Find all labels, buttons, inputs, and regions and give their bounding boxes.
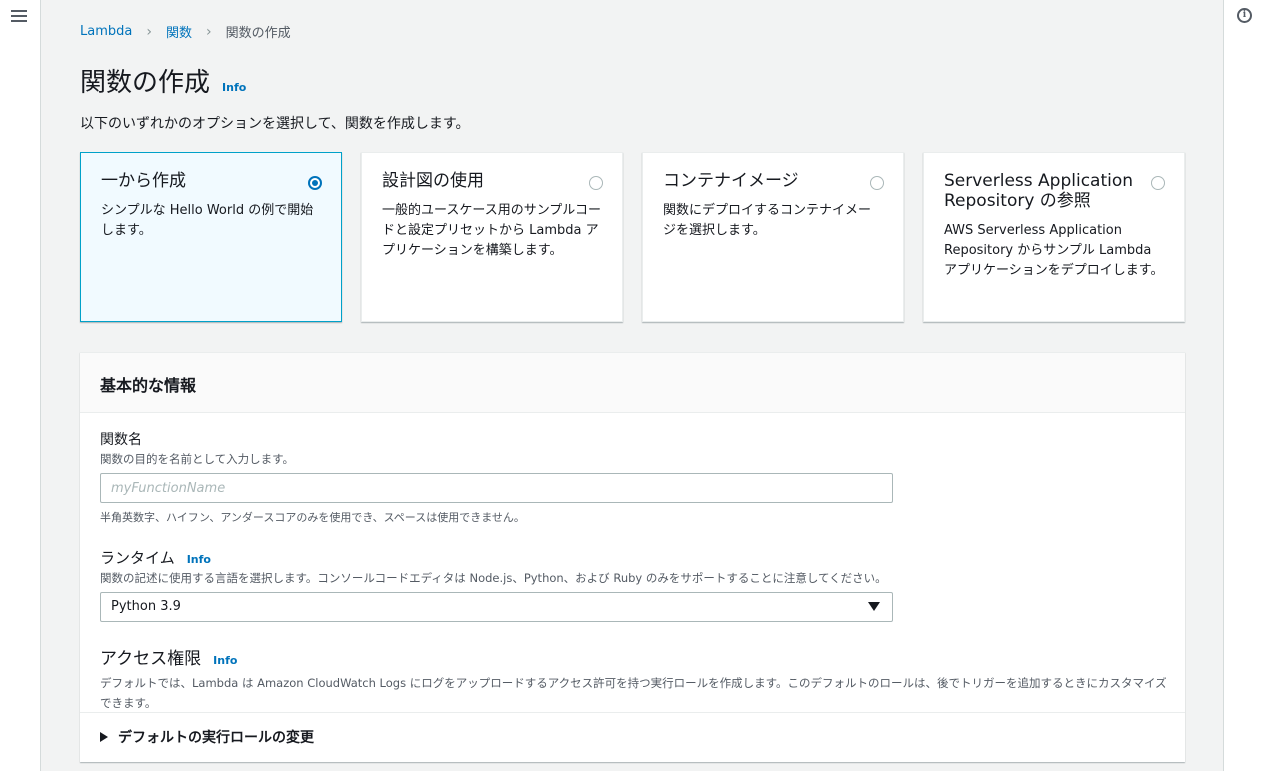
option-use-blueprint[interactable]: 設計図の使用 一般的ユースケース用のサンプルコードと設定プリセットから Lamb…	[361, 152, 623, 322]
panel-header: 基本的な情報	[80, 353, 1185, 413]
page-info-link[interactable]: Info	[222, 81, 246, 94]
option-serverless-repository[interactable]: Serverless Application Repository の参照 AW…	[923, 152, 1185, 322]
hamburger-menu-icon[interactable]	[11, 10, 27, 24]
option-title: コンテナイメージ	[663, 171, 799, 191]
runtime-selected-value: Python 3.9	[111, 599, 181, 614]
main-content: Lambda › 関数 › 関数の作成 関数の作成 Info 以下のいずれかのオ…	[41, 0, 1223, 771]
option-radio[interactable]	[589, 176, 603, 190]
panel-title: 基本的な情報	[100, 376, 197, 395]
info-circle-icon[interactable]: i	[1237, 8, 1252, 23]
option-title: Serverless Application Repository の参照	[944, 171, 1134, 211]
option-title: 設計図の使用	[382, 171, 484, 191]
option-author-from-scratch[interactable]: 一から作成 シンプルな Hello World の例で開始します。	[80, 152, 342, 322]
option-radio-selected[interactable]	[308, 176, 322, 190]
expander-label: デフォルトの実行ロールの変更	[118, 730, 314, 746]
creation-options: 一から作成 シンプルな Hello World の例で開始します。 設計図の使用…	[80, 152, 1185, 322]
option-title: 一から作成	[101, 171, 186, 191]
option-description: 関数にデプロイするコンテナイメージを選択します。	[663, 203, 872, 238]
triangle-right-icon	[100, 732, 108, 742]
option-description: 一般的ユースケース用のサンプルコードと設定プリセットから Lambda アプリケ…	[382, 203, 602, 258]
basic-info-panel: 基本的な情報 関数名 関数の目的を名前として入力します。 半角英数字、ハイフン、…	[80, 352, 1185, 762]
function-name-description: 関数の目的を名前として入力します。	[100, 452, 295, 466]
runtime-label-row: ランタイム Info	[100, 547, 1165, 568]
right-help-rail: i	[1223, 0, 1264, 771]
breadcrumb: Lambda › 関数 › 関数の作成	[80, 22, 291, 42]
function-name-constraint: 半角英数字、ハイフン、アンダースコアのみを使用でき、スペースは使用できません。	[100, 511, 525, 524]
option-radio[interactable]	[870, 176, 884, 190]
option-description: シンプルな Hello World の例で開始します。	[101, 203, 314, 238]
permissions-label-row: アクセス権限 Info	[100, 644, 1165, 669]
breadcrumb-functions[interactable]: 関数	[166, 22, 192, 41]
breadcrumb-current: 関数の作成	[225, 26, 291, 41]
breadcrumb-lambda[interactable]: Lambda	[80, 24, 132, 39]
page-header: 関数の作成 Info	[80, 62, 246, 99]
left-nav-rail	[0, 0, 41, 771]
runtime-label: ランタイム	[100, 549, 175, 567]
caret-down-icon	[868, 602, 880, 611]
option-description: AWS Serverless Application Repository から…	[944, 223, 1164, 278]
function-name-label: 関数名	[100, 432, 142, 448]
change-execution-role-expander[interactable]: デフォルトの実行ロールの変更	[80, 712, 1185, 761]
permissions-info-link[interactable]: Info	[213, 654, 237, 667]
option-radio[interactable]	[1151, 176, 1165, 190]
runtime-info-link[interactable]: Info	[187, 553, 211, 566]
page-subtitle: 以下のいずれかのオプションを選択して、関数を作成します。	[80, 116, 470, 132]
function-name-input[interactable]	[100, 473, 893, 503]
runtime-description: 関数の記述に使用する言語を選択します。コンソールコードエディタは Node.js…	[100, 571, 887, 585]
permissions-description: デフォルトでは、Lambda は Amazon CloudWatch Logs …	[100, 676, 1167, 710]
permissions-label: アクセス権限	[100, 649, 202, 669]
chevron-right-icon: ›	[205, 23, 212, 40]
option-container-image[interactable]: コンテナイメージ 関数にデプロイするコンテナイメージを選択します。	[642, 152, 904, 322]
panel-body: 関数名 関数の目的を名前として入力します。 半角英数字、ハイフン、アンダースコア…	[80, 413, 1185, 713]
chevron-right-icon: ›	[146, 23, 152, 40]
page-title: 関数の作成	[80, 68, 211, 98]
runtime-select[interactable]: Python 3.9	[100, 592, 893, 622]
